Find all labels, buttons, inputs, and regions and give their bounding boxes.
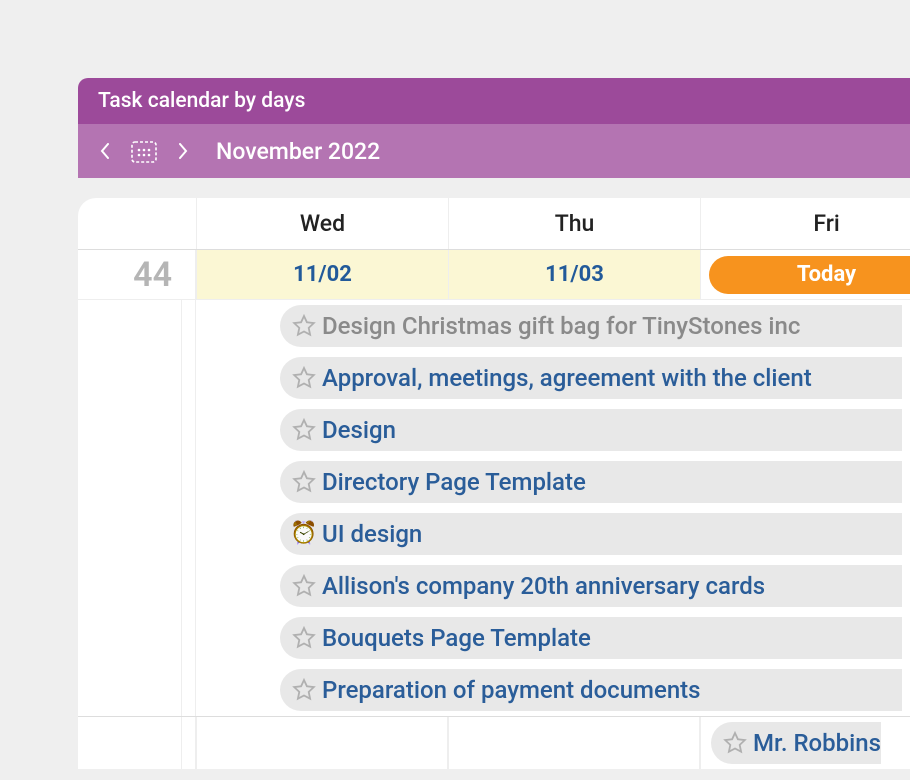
title-bar: Task calendar by days bbox=[78, 78, 910, 124]
task-item[interactable]: Directory Page Template bbox=[280, 461, 902, 503]
task-title: UI design bbox=[322, 520, 422, 548]
star-icon[interactable] bbox=[292, 418, 316, 442]
calendar-picker-button[interactable] bbox=[130, 138, 158, 164]
day-header-thu: Thu bbox=[448, 198, 700, 249]
task-row: Design bbox=[78, 404, 910, 456]
day-headers-row: Wed Thu Fri bbox=[78, 198, 910, 250]
task-item[interactable]: ⏰UI design bbox=[280, 513, 902, 555]
date-cell-today[interactable]: Today bbox=[700, 250, 910, 299]
today-pill: Today bbox=[709, 256, 910, 294]
date-cell-11-03[interactable]: 11/03 bbox=[448, 250, 700, 299]
task-list: Design Christmas gift bag for TinyStones… bbox=[78, 300, 910, 717]
task-row: Allison's company 20th anniversary cards bbox=[78, 560, 910, 612]
task-row: Preparation of payment documents bbox=[78, 664, 910, 716]
star-icon[interactable] bbox=[292, 626, 316, 650]
date-cell-11-02[interactable]: 11/02 bbox=[196, 250, 448, 299]
task-item[interactable]: Approval, meetings, agreement with the c… bbox=[280, 357, 902, 399]
task-title: Design bbox=[322, 416, 396, 444]
task-row: Directory Page Template bbox=[78, 456, 910, 508]
week-number: 44 bbox=[78, 250, 182, 299]
chevron-left-icon bbox=[100, 143, 110, 159]
next-week-row: Mr. Robbins bbox=[78, 717, 910, 769]
date-row: 44 11/02 11/03 Today bbox=[78, 250, 910, 300]
star-icon[interactable] bbox=[292, 314, 316, 338]
next-month-button[interactable] bbox=[176, 141, 190, 161]
task-item[interactable]: Allison's company 20th anniversary cards bbox=[280, 565, 902, 607]
task-row: Approval, meetings, agreement with the c… bbox=[78, 352, 910, 404]
task-title: Preparation of payment documents bbox=[322, 676, 701, 704]
chevron-right-icon bbox=[178, 143, 188, 159]
star-icon[interactable] bbox=[723, 731, 747, 755]
calendar-body: Wed Thu Fri 44 11/02 11/03 Today Design … bbox=[78, 198, 910, 769]
star-icon[interactable] bbox=[292, 574, 316, 598]
day-header-wed: Wed bbox=[196, 198, 448, 249]
task-title: Mr. Robbins bbox=[753, 729, 881, 757]
task-item-robbins[interactable]: Mr. Robbins bbox=[711, 722, 881, 764]
star-icon[interactable] bbox=[292, 678, 316, 702]
task-title: Allison's company 20th anniversary cards bbox=[322, 572, 765, 600]
alarm-icon: ⏰ bbox=[292, 522, 316, 546]
task-title: Directory Page Template bbox=[322, 468, 586, 496]
task-title: Bouquets Page Template bbox=[322, 624, 591, 652]
star-icon[interactable] bbox=[292, 366, 316, 390]
month-label: November 2022 bbox=[216, 138, 380, 165]
task-item[interactable]: Bouquets Page Template bbox=[280, 617, 902, 659]
task-item[interactable]: Preparation of payment documents bbox=[280, 669, 902, 711]
task-title: Design Christmas gift bag for TinyStones… bbox=[322, 312, 800, 340]
month-nav-bar: November 2022 bbox=[78, 124, 910, 178]
task-row: Design Christmas gift bag for TinyStones… bbox=[78, 300, 910, 352]
calendar-icon bbox=[130, 138, 158, 164]
task-title: Approval, meetings, agreement with the c… bbox=[322, 364, 812, 392]
page-title: Task calendar by days bbox=[98, 89, 305, 113]
prev-month-button[interactable] bbox=[98, 141, 112, 161]
task-row: Bouquets Page Template bbox=[78, 612, 910, 664]
date-label: 11/03 bbox=[545, 262, 604, 287]
task-row: ⏰UI design bbox=[78, 508, 910, 560]
task-item[interactable]: Design Christmas gift bag for TinyStones… bbox=[280, 305, 902, 347]
day-header-fri: Fri bbox=[700, 198, 910, 249]
star-icon[interactable] bbox=[292, 470, 316, 494]
task-item[interactable]: Design bbox=[280, 409, 902, 451]
date-label: 11/02 bbox=[293, 262, 352, 287]
